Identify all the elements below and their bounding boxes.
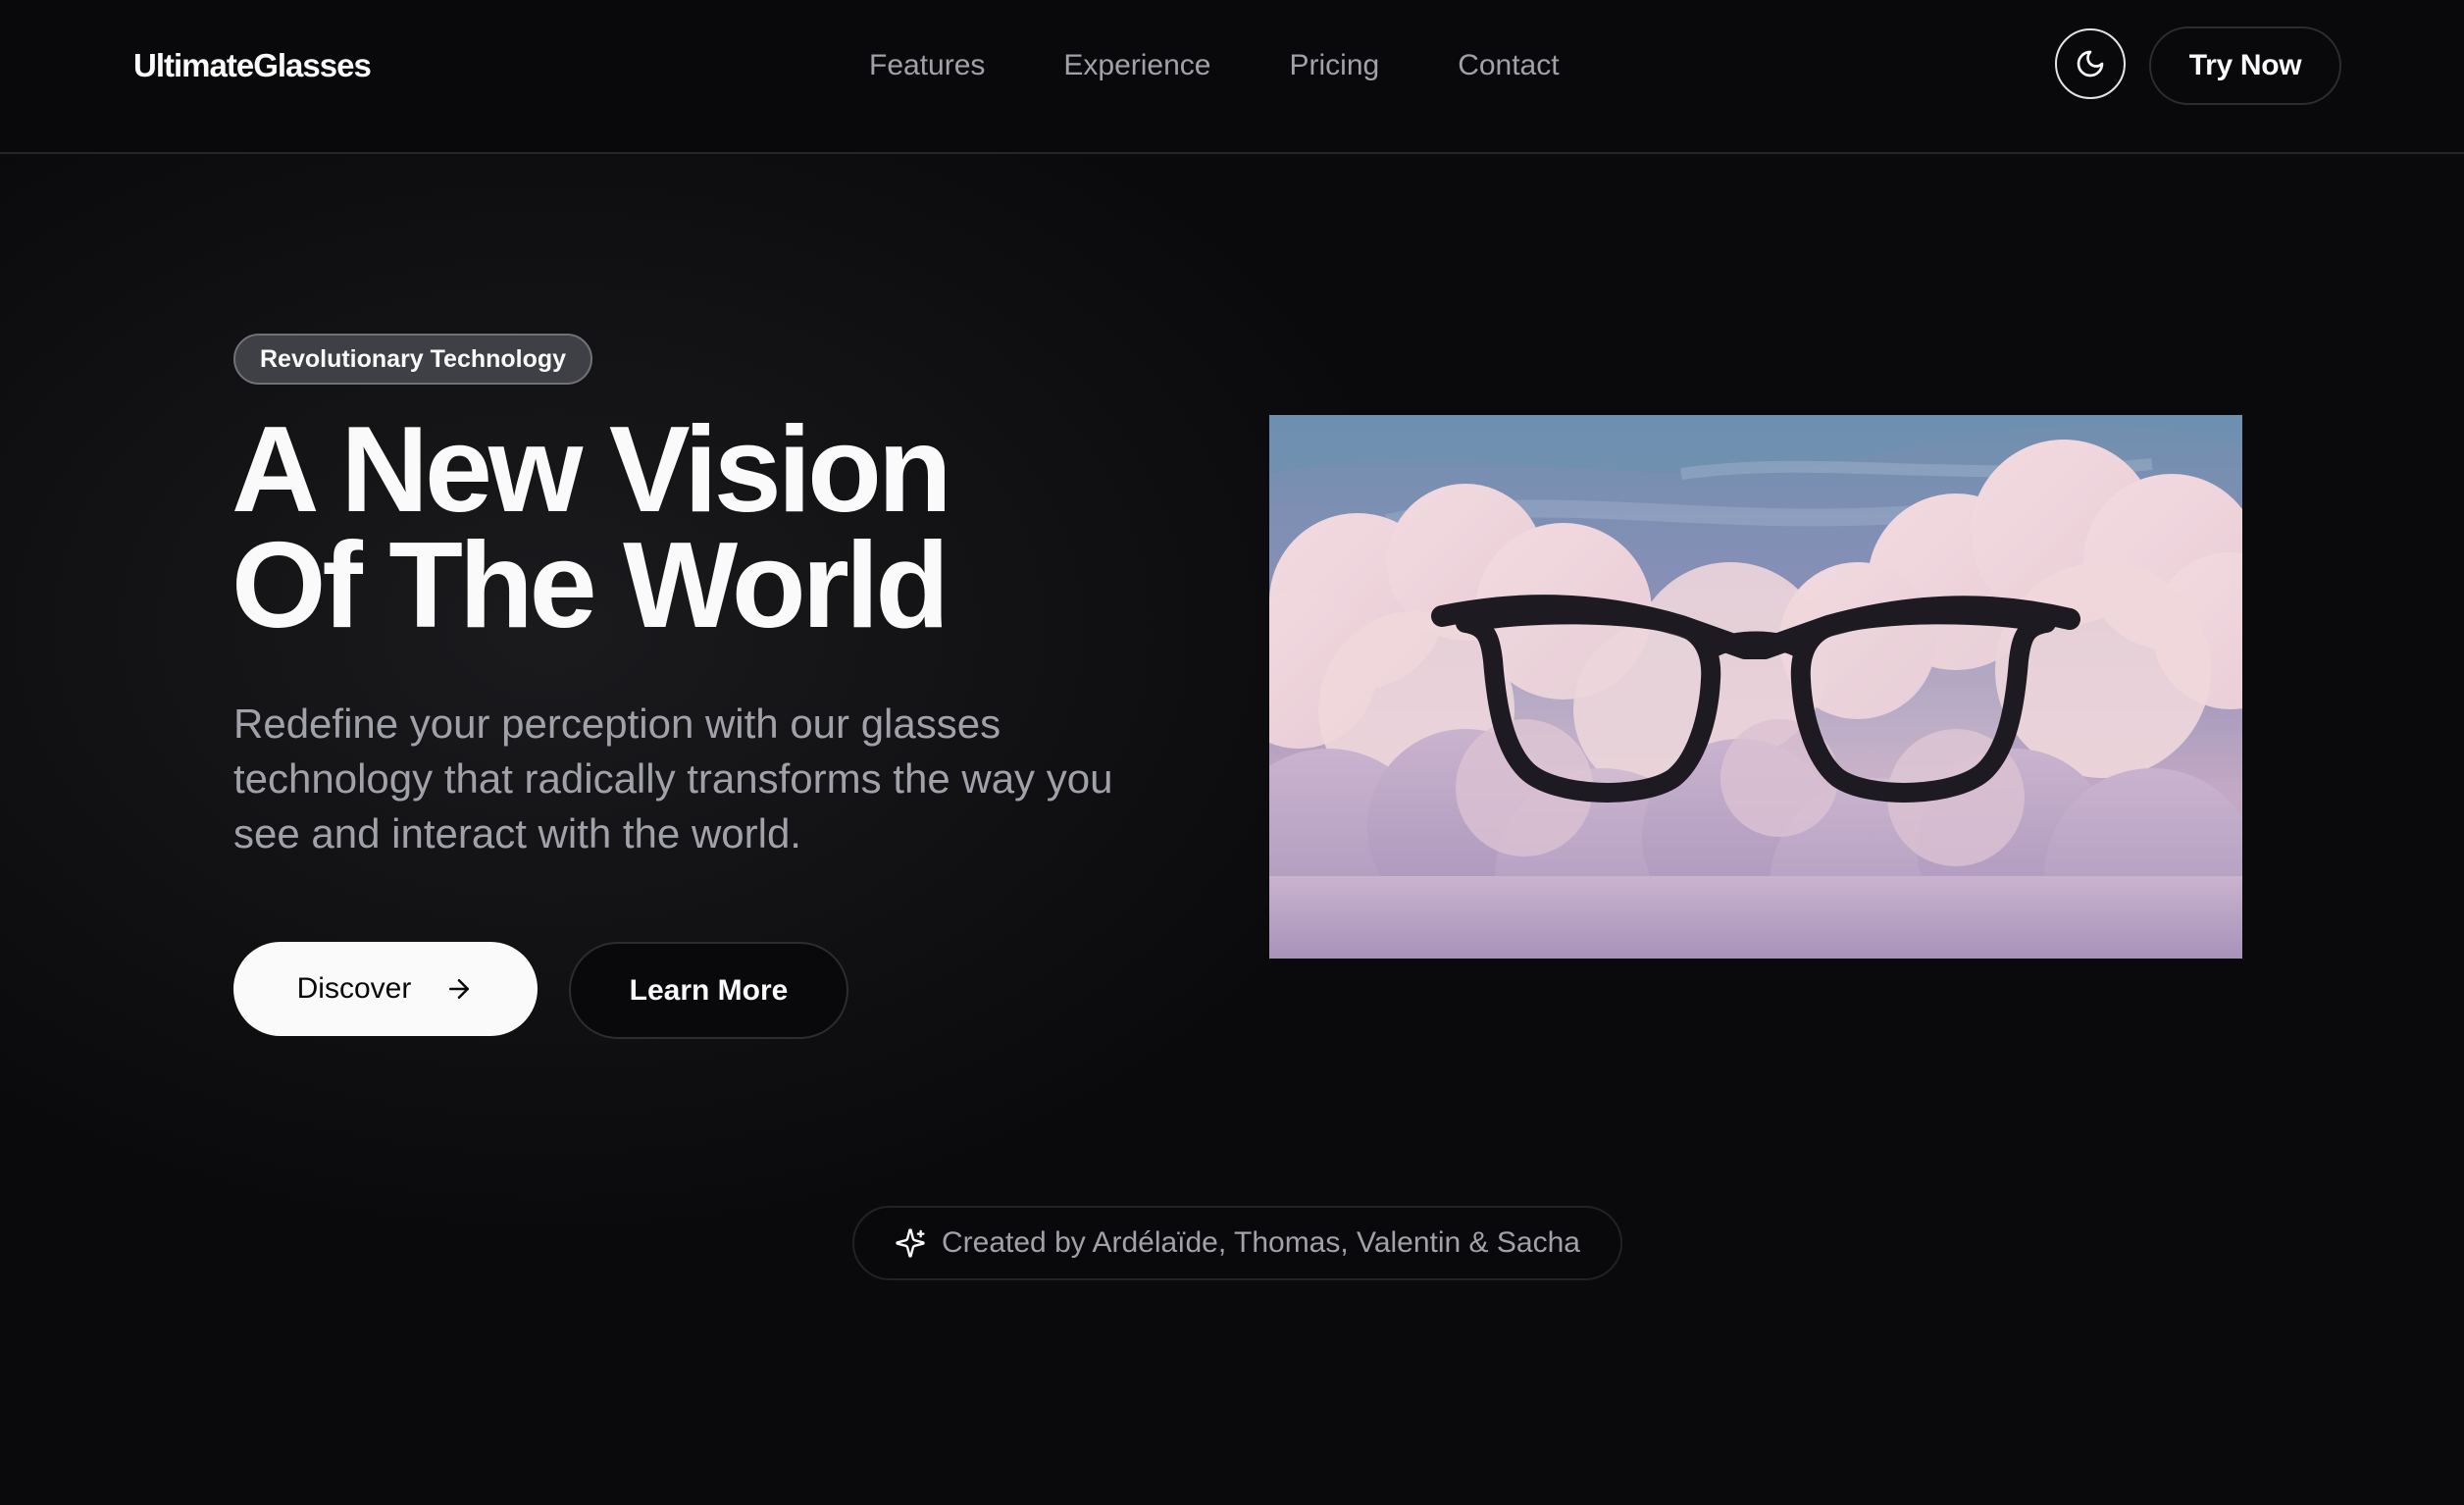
- theme-toggle-button[interactable]: [2055, 28, 2126, 99]
- nav-link-pricing[interactable]: Pricing: [1289, 44, 1379, 87]
- discover-button-label: Discover: [296, 972, 412, 1005]
- credit-pill: Created by Ardélaïde, Thomas, Valentin &…: [852, 1206, 1622, 1280]
- credit-text: Created by Ardélaïde, Thomas, Valentin &…: [942, 1226, 1580, 1259]
- try-now-button[interactable]: Try Now: [2149, 26, 2341, 105]
- nav-link-features[interactable]: Features: [869, 44, 985, 87]
- learn-more-button[interactable]: Learn More: [569, 942, 848, 1039]
- brand-logo[interactable]: UltimateGlasses: [133, 44, 372, 87]
- discover-button[interactable]: Discover: [233, 942, 538, 1036]
- hero-badge: Revolutionary Technology: [233, 334, 593, 385]
- sparkles-icon: [896, 1228, 925, 1258]
- landing-page: UltimateGlasses Features Experience Pric…: [0, 0, 2464, 1505]
- hero-image: [1269, 415, 2242, 959]
- nav-link-contact[interactable]: Contact: [1458, 44, 1559, 87]
- glasses-in-clouds-illustration: [1269, 415, 2242, 959]
- moon-icon: [2077, 50, 2104, 78]
- headline-line-1: A New Vision: [231, 402, 952, 538]
- arrow-right-icon: [449, 979, 470, 999]
- hero-headline: A New Vision Of The World: [231, 402, 1212, 653]
- headline-line-2: Of The World: [231, 518, 950, 653]
- site-header: UltimateGlasses Features Experience Pric…: [0, 0, 2464, 154]
- nav-link-experience[interactable]: Experience: [1063, 44, 1210, 87]
- main-nav: Features Experience Pricing Contact: [869, 44, 1560, 87]
- hero-subtitle: Redefine your perception with our glasse…: [233, 701, 1113, 856]
